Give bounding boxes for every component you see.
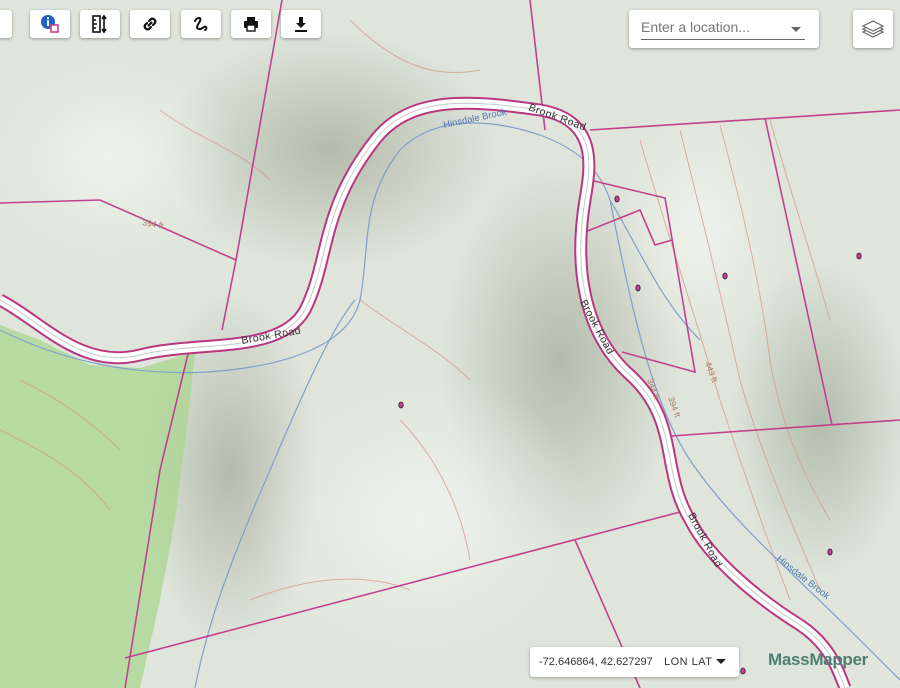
ruler-icon xyxy=(92,14,107,34)
measure-button[interactable] xyxy=(80,10,120,38)
projection-select[interactable]: LON LAT xyxy=(664,656,713,668)
link-button[interactable] xyxy=(130,10,170,38)
download-button[interactable] xyxy=(281,10,321,38)
chevron-down-icon[interactable] xyxy=(791,27,801,32)
location-search[interactable] xyxy=(629,10,819,48)
coordinate-readout: -72.646864, 42.627297 LON LAT xyxy=(530,647,739,677)
freehand-icon xyxy=(194,17,208,31)
info-button[interactable] xyxy=(0,10,12,38)
hillshade xyxy=(250,370,590,670)
download-icon xyxy=(295,17,307,32)
info-icon xyxy=(0,14,2,34)
identify-button[interactable] xyxy=(30,10,70,38)
caret-down-icon[interactable] xyxy=(716,659,726,664)
map-canvas[interactable]: Brook Road Brook Road Brook Road Brook R… xyxy=(0,0,900,688)
coordinate-value: -72.646864, 42.627297 xyxy=(539,656,653,668)
layers-icon xyxy=(861,20,885,38)
layers-button[interactable] xyxy=(853,10,893,48)
info-select-icon xyxy=(41,15,59,33)
brand-logo: MassMapper xyxy=(768,650,868,669)
search-underline xyxy=(641,39,805,40)
print-button[interactable] xyxy=(231,10,271,38)
print-icon xyxy=(244,17,258,32)
hillshade xyxy=(610,100,790,360)
location-search-input[interactable] xyxy=(641,19,791,35)
draw-button[interactable] xyxy=(181,10,221,38)
link-icon xyxy=(143,17,157,31)
